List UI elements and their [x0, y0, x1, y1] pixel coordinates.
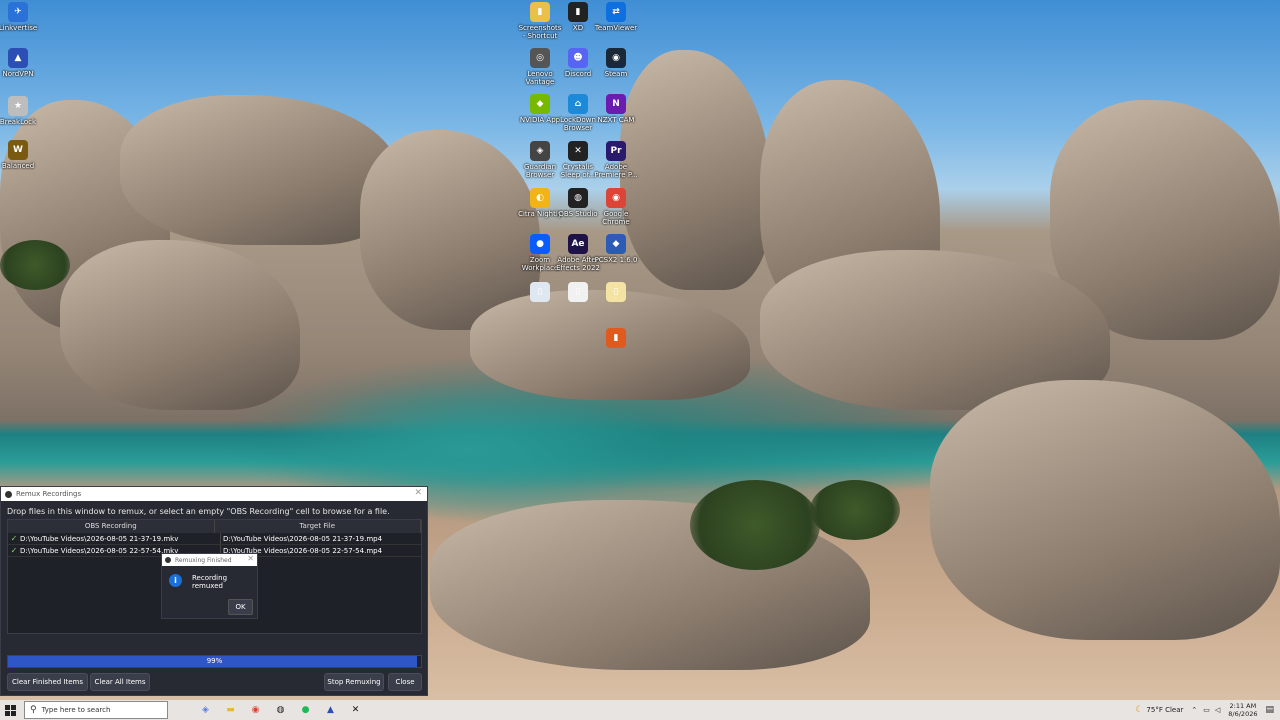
desktop-icon-premiere[interactable]: Pr Adobe Premiere P... [594, 141, 638, 179]
close-icon[interactable]: ✕ [414, 488, 422, 498]
pcsx2-icon: ◆ [606, 234, 626, 254]
doc-icon-2: ▯ [568, 282, 588, 302]
app-icon-26: ▮ [606, 328, 626, 348]
stop-remuxing-button[interactable]: Stop Remuxing [324, 673, 384, 691]
file-icon: ▮ [568, 2, 588, 22]
desktop-icon-label: NZXT CAM [597, 116, 635, 124]
desktop-icon-label: Google Chrome [602, 210, 630, 226]
chrome-taskbar-icon[interactable]: ◉ [246, 703, 265, 717]
discord-icon: ☻ [568, 48, 588, 68]
obs-logo-icon [5, 490, 12, 498]
clock-date: 8/6/2026 [1228, 710, 1258, 718]
doc-icon-3: ▯ [606, 282, 626, 302]
progress-label: 99% [206, 657, 223, 665]
desktop-icon-app-icon-4[interactable]: W Balanced [0, 140, 40, 170]
game-icon: ✕ [568, 141, 588, 161]
desktop-icon-app-icon-26[interactable]: ▮ [594, 328, 638, 350]
file-explorer-icon[interactable]: ▬ [221, 703, 240, 717]
app-icon-4: W [8, 140, 28, 160]
message-title: Remuxing Finished [175, 556, 232, 564]
app-icon-1: ✈ [8, 2, 28, 22]
copilot-icon[interactable]: ◈ [196, 703, 215, 717]
desktop-icon-nzxt[interactable]: N NZXT CAM [594, 94, 638, 124]
network-icon[interactable]: ▭ [1203, 706, 1210, 714]
desktop-icon-label: Balanced [1, 162, 35, 170]
checkmark-icon: ✓ [10, 534, 18, 543]
taskbar-search-box[interactable]: ⚲ Type here to search [24, 701, 168, 719]
nzxt-icon: N [606, 94, 626, 114]
obs-icon: ◍ [568, 188, 588, 208]
remuxing-finished-dialog: Remuxing Finished ✕ i Recording remuxed … [161, 553, 258, 619]
desktop-icon-label: Linkvertise [0, 24, 38, 32]
nordvpn-taskbar-icon[interactable]: ▲ [321, 703, 340, 717]
search-icon: ⚲ [30, 705, 37, 715]
clock[interactable]: 2:11 AM 8/6/2026 [1228, 702, 1257, 718]
search-placeholder: Type here to search [41, 706, 111, 714]
table-header: OBS Recording Target File [8, 520, 421, 533]
steam-icon: ◉ [606, 48, 626, 68]
start-button[interactable] [0, 700, 20, 720]
message-titlebar[interactable]: Remuxing Finished ✕ [162, 554, 257, 566]
table-row[interactable]: ✓ D:\YouTube Videos\2026-08-05 21-37-19.m… [8, 533, 421, 545]
aftereffects-icon: Ae [568, 234, 588, 254]
source-cell[interactable]: D:\YouTube Videos\2026-08-05 21-37-19.mk… [20, 535, 178, 543]
desktop-icon-label: NordVPN [2, 70, 34, 78]
premiere-icon: Pr [606, 141, 626, 161]
remux-progress-bar: 99% [7, 655, 422, 668]
ok-button[interactable]: OK [228, 599, 253, 615]
vantage-icon: ◎ [530, 48, 550, 68]
obs-logo-icon [165, 557, 171, 563]
nordvpn-icon: ▲ [8, 48, 28, 68]
chrome-icon: ◉ [606, 188, 626, 208]
guardian-icon: ◈ [530, 141, 550, 161]
citra-icon: ◐ [530, 188, 550, 208]
volume-icon[interactable]: ◁ [1215, 706, 1220, 714]
column-header-target-file[interactable]: Target File [215, 520, 421, 533]
desktop-icon-app-icon-1[interactable]: ✈ Linkvertise [0, 2, 40, 32]
clear-all-items-button[interactable]: Clear All Items [90, 673, 150, 691]
desktop-icon-nordvpn[interactable]: ▲ NordVPN [0, 48, 40, 78]
zoom-icon: ● [530, 234, 550, 254]
desktop-icon-app-icon-3[interactable]: ★ BreakLock [0, 96, 40, 126]
notification-icon[interactable]: ▤ [1265, 705, 1274, 715]
lockdown-icon: ⌂ [568, 94, 588, 114]
desktop-icon-label: BreakLock [0, 118, 37, 126]
clock-time: 2:11 AM [1229, 702, 1257, 710]
weather-icon[interactable]: ☾ [1135, 705, 1143, 715]
spotify-icon[interactable]: ● [296, 703, 315, 717]
desktop-icon-teamviewer[interactable]: ⇄ TeamViewer [594, 2, 638, 32]
show-hidden-icons-icon[interactable]: ⌃ [1191, 706, 1197, 714]
desktop-icon-label: TeamViewer [594, 24, 638, 32]
teamviewer-icon: ⇄ [606, 2, 626, 22]
message-text: Recording remuxed [192, 574, 228, 590]
capcut-icon[interactable]: ✕ [346, 703, 365, 717]
info-icon: i [169, 574, 182, 587]
weather-text[interactable]: 75°F Clear [1146, 706, 1183, 714]
close-button[interactable]: Close [388, 673, 422, 691]
close-icon[interactable]: ✕ [247, 554, 254, 563]
nvidia-icon: ◆ [530, 94, 550, 114]
column-header-obs-recording[interactable]: OBS Recording [8, 520, 215, 533]
desktop-icon-doc-icon-3[interactable]: ▯ [594, 282, 638, 304]
app-icon-3: ★ [8, 96, 28, 116]
desktop-icon-label: PCSX2 1.6.0 [594, 256, 638, 264]
clear-finished-items-button[interactable]: Clear Finished Items [7, 673, 88, 691]
system-tray: ☾ 75°F Clear ⌃ ▭ ◁ 2:11 AM 8/6/2026 ▤ [1135, 700, 1280, 720]
target-cell[interactable]: D:\YouTube Videos\2026-08-05 21-37-19.mp… [221, 533, 421, 544]
source-cell[interactable]: D:\YouTube Videos\2026-08-05 22-57-54.mk… [20, 547, 178, 555]
folder-icon: ▮ [530, 2, 550, 22]
obs-taskbar-icon[interactable]: ◍ [271, 703, 290, 717]
taskbar: ⚲ Type here to search ◈ ▬ ◉ ◍ ● ▲ ✕ ☾ 75°F Cle… [0, 700, 1280, 720]
desktop-icon-label: Steam [604, 70, 628, 78]
desktop-icon-steam[interactable]: ◉ Steam [594, 48, 638, 78]
desktop-icon-pcsx2[interactable]: ◆ PCSX2 1.6.0 [594, 234, 638, 264]
checkmark-icon: ✓ [10, 546, 18, 555]
desktop-icon-chrome[interactable]: ◉ Google Chrome [594, 188, 638, 226]
dialog-titlebar[interactable]: Remux Recordings ✕ [1, 487, 427, 501]
windows-logo-icon [4, 704, 16, 716]
doc-icon-1: ▯ [530, 282, 550, 302]
desktop-icon-label: Adobe Premiere P... [594, 163, 638, 179]
dialog-title: Remux Recordings [16, 490, 82, 498]
